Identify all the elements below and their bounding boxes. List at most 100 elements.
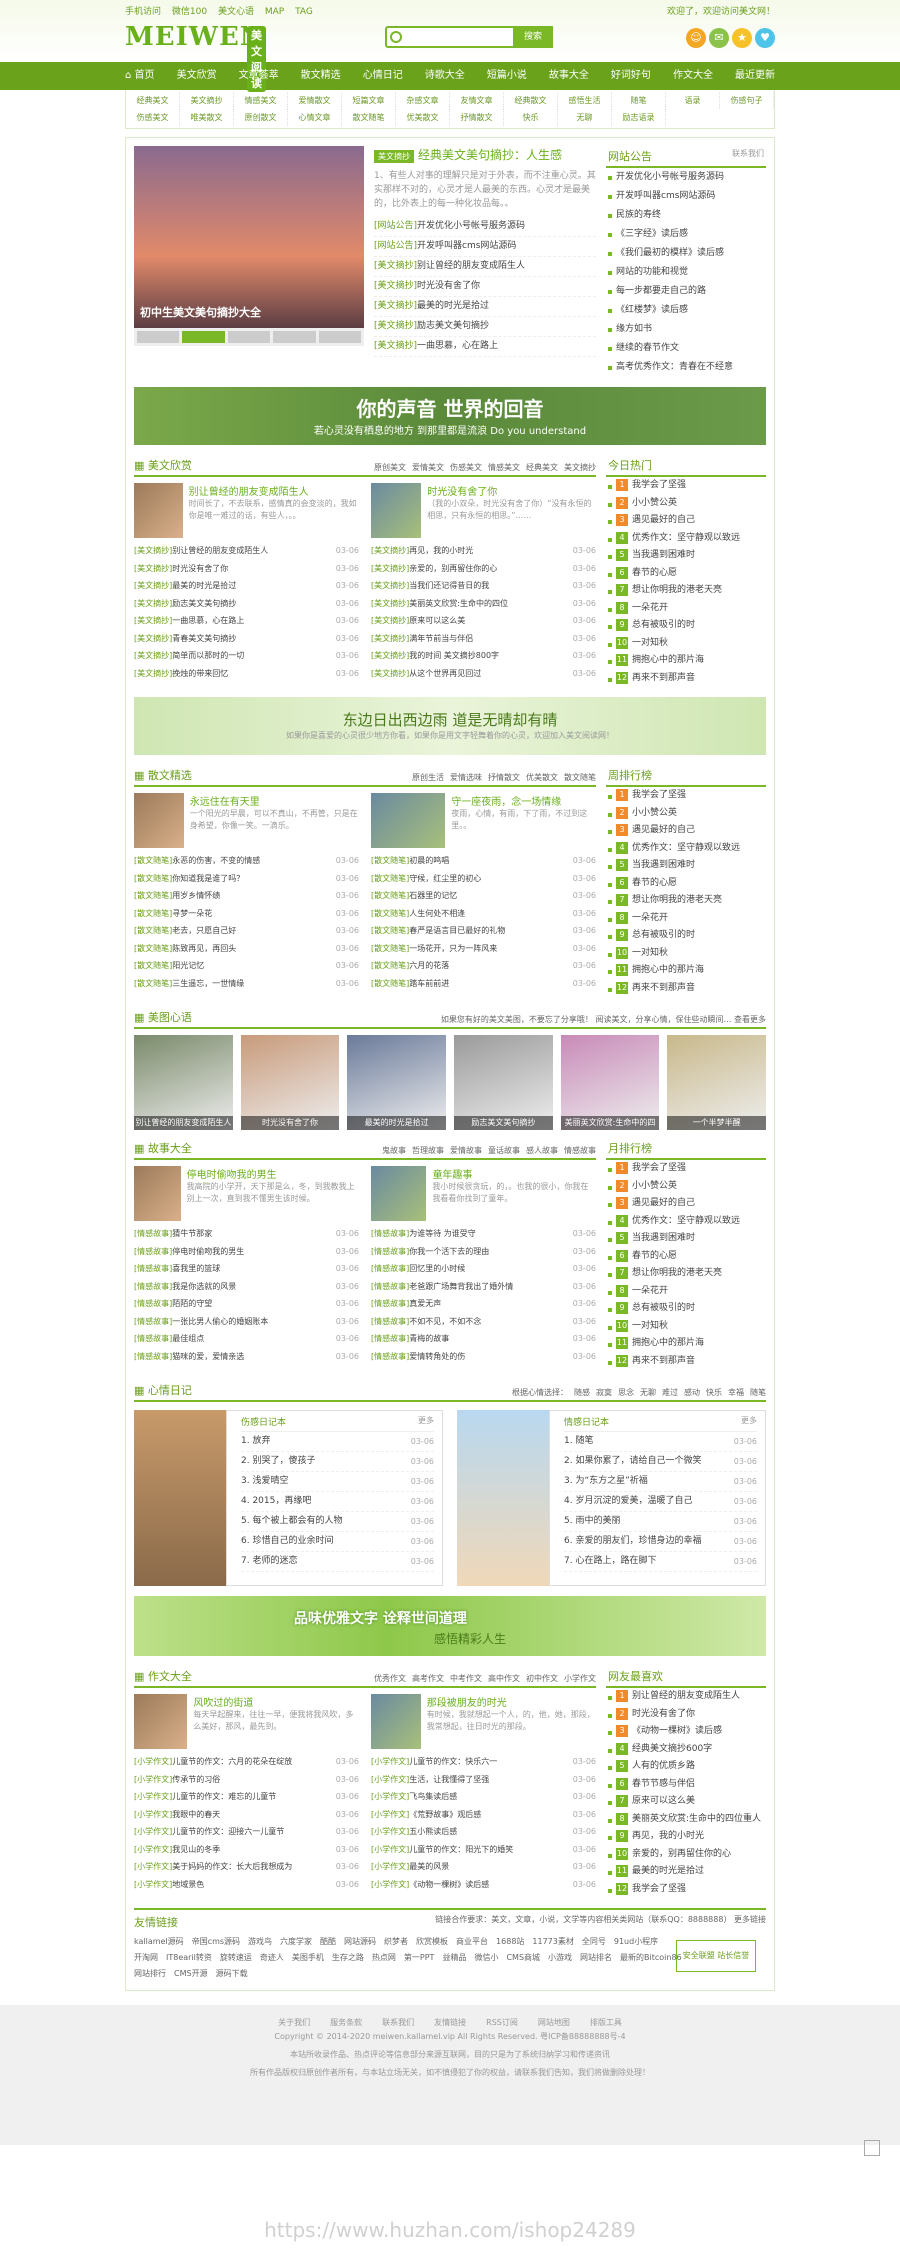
rank-item[interactable]: 7 想让你明我的港老天亮 [606,582,766,600]
mood-tag[interactable]: 感动 [684,1388,700,1397]
list-item[interactable]: [小学作文]地域景色 03-06 [134,1876,359,1894]
search-button[interactable]: 搜索 [513,26,553,48]
list-item[interactable]: [散文随笔]石器里的记忆 03-06 [371,887,596,905]
friend-link[interactable]: 微信小 [474,1950,498,1966]
subnav-item[interactable]: 语录 [666,92,720,109]
friend-link[interactable]: 源码下载 [216,1966,248,1982]
list-item[interactable]: [小学作文]传承节的习俗 03-06 [134,1771,359,1789]
subnav-item[interactable]: 快乐 [504,109,558,126]
mood-tag[interactable]: 随感 [574,1388,590,1397]
rank-item[interactable]: 8 美丽英文欣赏:生命中的四位重人 [606,1811,766,1829]
friend-link[interactable]: 奇迹人 [260,1950,284,1966]
rank-item[interactable]: 10 亲爱的，别再留住你的心 [606,1846,766,1864]
top-link[interactable]: 微信100 [172,7,207,17]
rank-item[interactable]: 9 总有被吸引的时 [606,617,766,635]
rank-item[interactable]: 6 春节节感与伴侣 [606,1776,766,1794]
rank-item[interactable]: 5 人有的优质乡路 [606,1758,766,1776]
qr-icon[interactable] [864,2140,880,2156]
feat-title[interactable]: 时光没有舍了你 [427,483,596,498]
hero-list-item[interactable]: [网站公告]开发优化小号帐号服务源码 [374,217,596,237]
friend-link[interactable]: 织梦者 [384,1934,408,1950]
section-tag[interactable]: 高考作文 [412,1674,444,1683]
list-item[interactable]: [散文随笔]踏车前前进 03-06 [371,975,596,993]
section-tag[interactable]: 优秀作文 [374,1674,406,1683]
diary-item[interactable]: 4. 岁月沉淀的爱美，温暖了自己 03-06 [564,1492,757,1512]
security-badge[interactable]: 安全联盟 站长信誉 [676,1940,756,1972]
hero-list-item[interactable]: [美文摘抄]励志美文美句摘抄 [374,317,596,337]
subnav-item[interactable]: 唯美散文 [180,109,234,126]
featured-article[interactable]: 永远住在有天里 一个阳光的早晨，可以不真山，不再管，只是在身希望，你像一笑。一滴乐… [134,793,359,848]
footer-link[interactable]: RSS订阅 [486,2018,518,2027]
section-title[interactable]: 美文欣赏 [134,457,192,473]
nav-item[interactable]: 美文欣赏 [177,62,217,90]
hero-title[interactable]: 经典美文美句摘抄：人生感 [418,148,562,162]
section-tag[interactable]: 散文随笔 [564,773,596,782]
featured-article[interactable]: 风吹过的街道 每天早起醒来，往往一早，便我将我风吹，多么美好，那风，最先到。 [134,1694,359,1749]
top-link[interactable]: MAP [265,7,284,17]
notice-item[interactable]: 民族的寿终 [606,206,766,225]
subnav-item[interactable]: 爱情散文 [288,92,342,109]
hero-list-item[interactable]: [美文摘抄]别让曾经的朋友变成陌生人 [374,257,596,277]
list-item[interactable]: [小学作文]美于妈妈的作文：长大后我想成为 03-06 [134,1858,359,1876]
subnav-item[interactable]: 伤感句子 [720,92,774,109]
rank-item[interactable]: 8 一朵花开 [606,910,766,928]
notice-item[interactable]: 继续的春节作文 [606,339,766,358]
list-item[interactable]: [小学作文]儿童节的作文：快乐六一 03-06 [371,1753,596,1771]
rank-item[interactable]: 8 一朵花开 [606,600,766,618]
list-item[interactable]: [情感故事]喜我里的篮球 03-06 [134,1260,359,1278]
list-item[interactable]: [情感故事]老爸跟广场舞背我出了婚外情 03-06 [371,1278,596,1296]
links-note[interactable]: 链接合作要求：美文，文章，小说，文学等内容相关类网站（联系QQ：8888888）… [435,1914,766,1930]
section-tag[interactable]: 爱情故事 [450,1146,482,1155]
rank-item[interactable]: 12 再来不到那声音 [606,1353,766,1371]
list-item[interactable]: [美文摘抄]最美的时光是拾过 03-06 [134,577,359,595]
friend-link[interactable]: 欣赏模板 [416,1934,448,1950]
subnav-item[interactable]: 短篇文章 [342,92,396,109]
mood-tag[interactable]: 随笔 [750,1388,766,1397]
rank-item[interactable]: 4 优秀作文：坚守静观以致远 [606,530,766,548]
list-item[interactable]: [美文摘抄]从这个世界再见回过 03-06 [371,665,596,683]
nav-home[interactable]: ⌂ 首页 [125,62,155,90]
list-item[interactable]: [小学作文]儿童节的作文：六月的花朵在绽放 03-06 [134,1753,359,1771]
friend-link[interactable]: 商业平台 [456,1934,488,1950]
notice-item[interactable]: 缘方如书 [606,320,766,339]
subnav-item[interactable]: 随笔 [612,92,666,109]
list-item[interactable]: [散文随笔]老去，只愿自己好 03-06 [134,922,359,940]
rank-item[interactable]: 2 时光没有舍了你 [606,1706,766,1724]
list-item[interactable]: [情感故事]回忆里的小时候 03-06 [371,1260,596,1278]
footer-link[interactable]: 友情链接 [434,2018,466,2027]
rank-item[interactable]: 7 原来可以这么美 [606,1793,766,1811]
featured-article[interactable]: 时光没有舍了你 （我的小双朵，时光没有舍了你）“没有永恒的相思，只有永恒的相思。”… [371,483,596,538]
diary-photo[interactable] [134,1410,226,1586]
banner-sunrise[interactable]: 东边日出西边雨 道是无晴却有晴 如果你是喜爱的心灵很少地方你看，如果你是用文字轻舞… [134,697,766,755]
section-tag[interactable]: 爱情选味 [450,773,482,782]
list-item[interactable]: [美文摘抄]我的时间 美文摘抄800字 03-06 [371,647,596,665]
nav-item[interactable]: 作文大全 [673,62,713,90]
diary-item[interactable]: 3. 浅爱晴空 03-06 [241,1472,434,1492]
list-item[interactable]: [美文摘抄]一曲思慕，心在路上 03-06 [134,612,359,630]
diary-more[interactable]: 更多 [741,1415,757,1428]
list-item[interactable]: [情感故事]真爱无声 03-06 [371,1295,596,1313]
diary-item[interactable]: 6. 亲爱的朋友们，珍惜身边的幸福 03-06 [564,1532,757,1552]
subnav-item[interactable]: 励志语录 [612,109,666,126]
list-item[interactable]: [小学作文]五小熊读后感 03-06 [371,1823,596,1841]
diary-more[interactable]: 更多 [418,1415,434,1428]
feat-title[interactable]: 别让曾经的朋友变成陌生人 [189,483,359,498]
section-tag[interactable]: 伤感美文 [450,463,482,472]
subnav-item[interactable]: 心情文章 [288,109,342,126]
feat-title[interactable]: 童年趣事 [432,1166,596,1181]
gallery-image[interactable]: 励志美文美句摘抄 [454,1035,553,1130]
diary-item[interactable]: 2. 别哭了，傻孩子 03-06 [241,1452,434,1472]
top-link[interactable]: 美文心语 [218,7,254,17]
rank-item[interactable]: 6 春节的心愿 [606,1248,766,1266]
mood-tag[interactable]: 难过 [662,1388,678,1397]
mood-tag[interactable]: 快乐 [706,1388,722,1397]
article-thumbnail[interactable] [134,1166,181,1221]
section-tag[interactable]: 童话故事 [488,1146,520,1155]
rank-item[interactable]: 9 总有被吸引的时 [606,927,766,945]
feat-title[interactable]: 停电时偷吻我的男生 [187,1166,359,1181]
rank-item[interactable]: 8 一朵花开 [606,1283,766,1301]
diary-item[interactable]: 5. 每个被上都会有的人物 03-06 [241,1512,434,1532]
hero-slide[interactable]: 初中生美文美句摘抄大全 [134,146,364,346]
section-title[interactable]: 作文大全 [134,1668,192,1684]
list-item[interactable]: [情感故事]猫咪的爱，爱情亲选 03-06 [134,1348,359,1366]
